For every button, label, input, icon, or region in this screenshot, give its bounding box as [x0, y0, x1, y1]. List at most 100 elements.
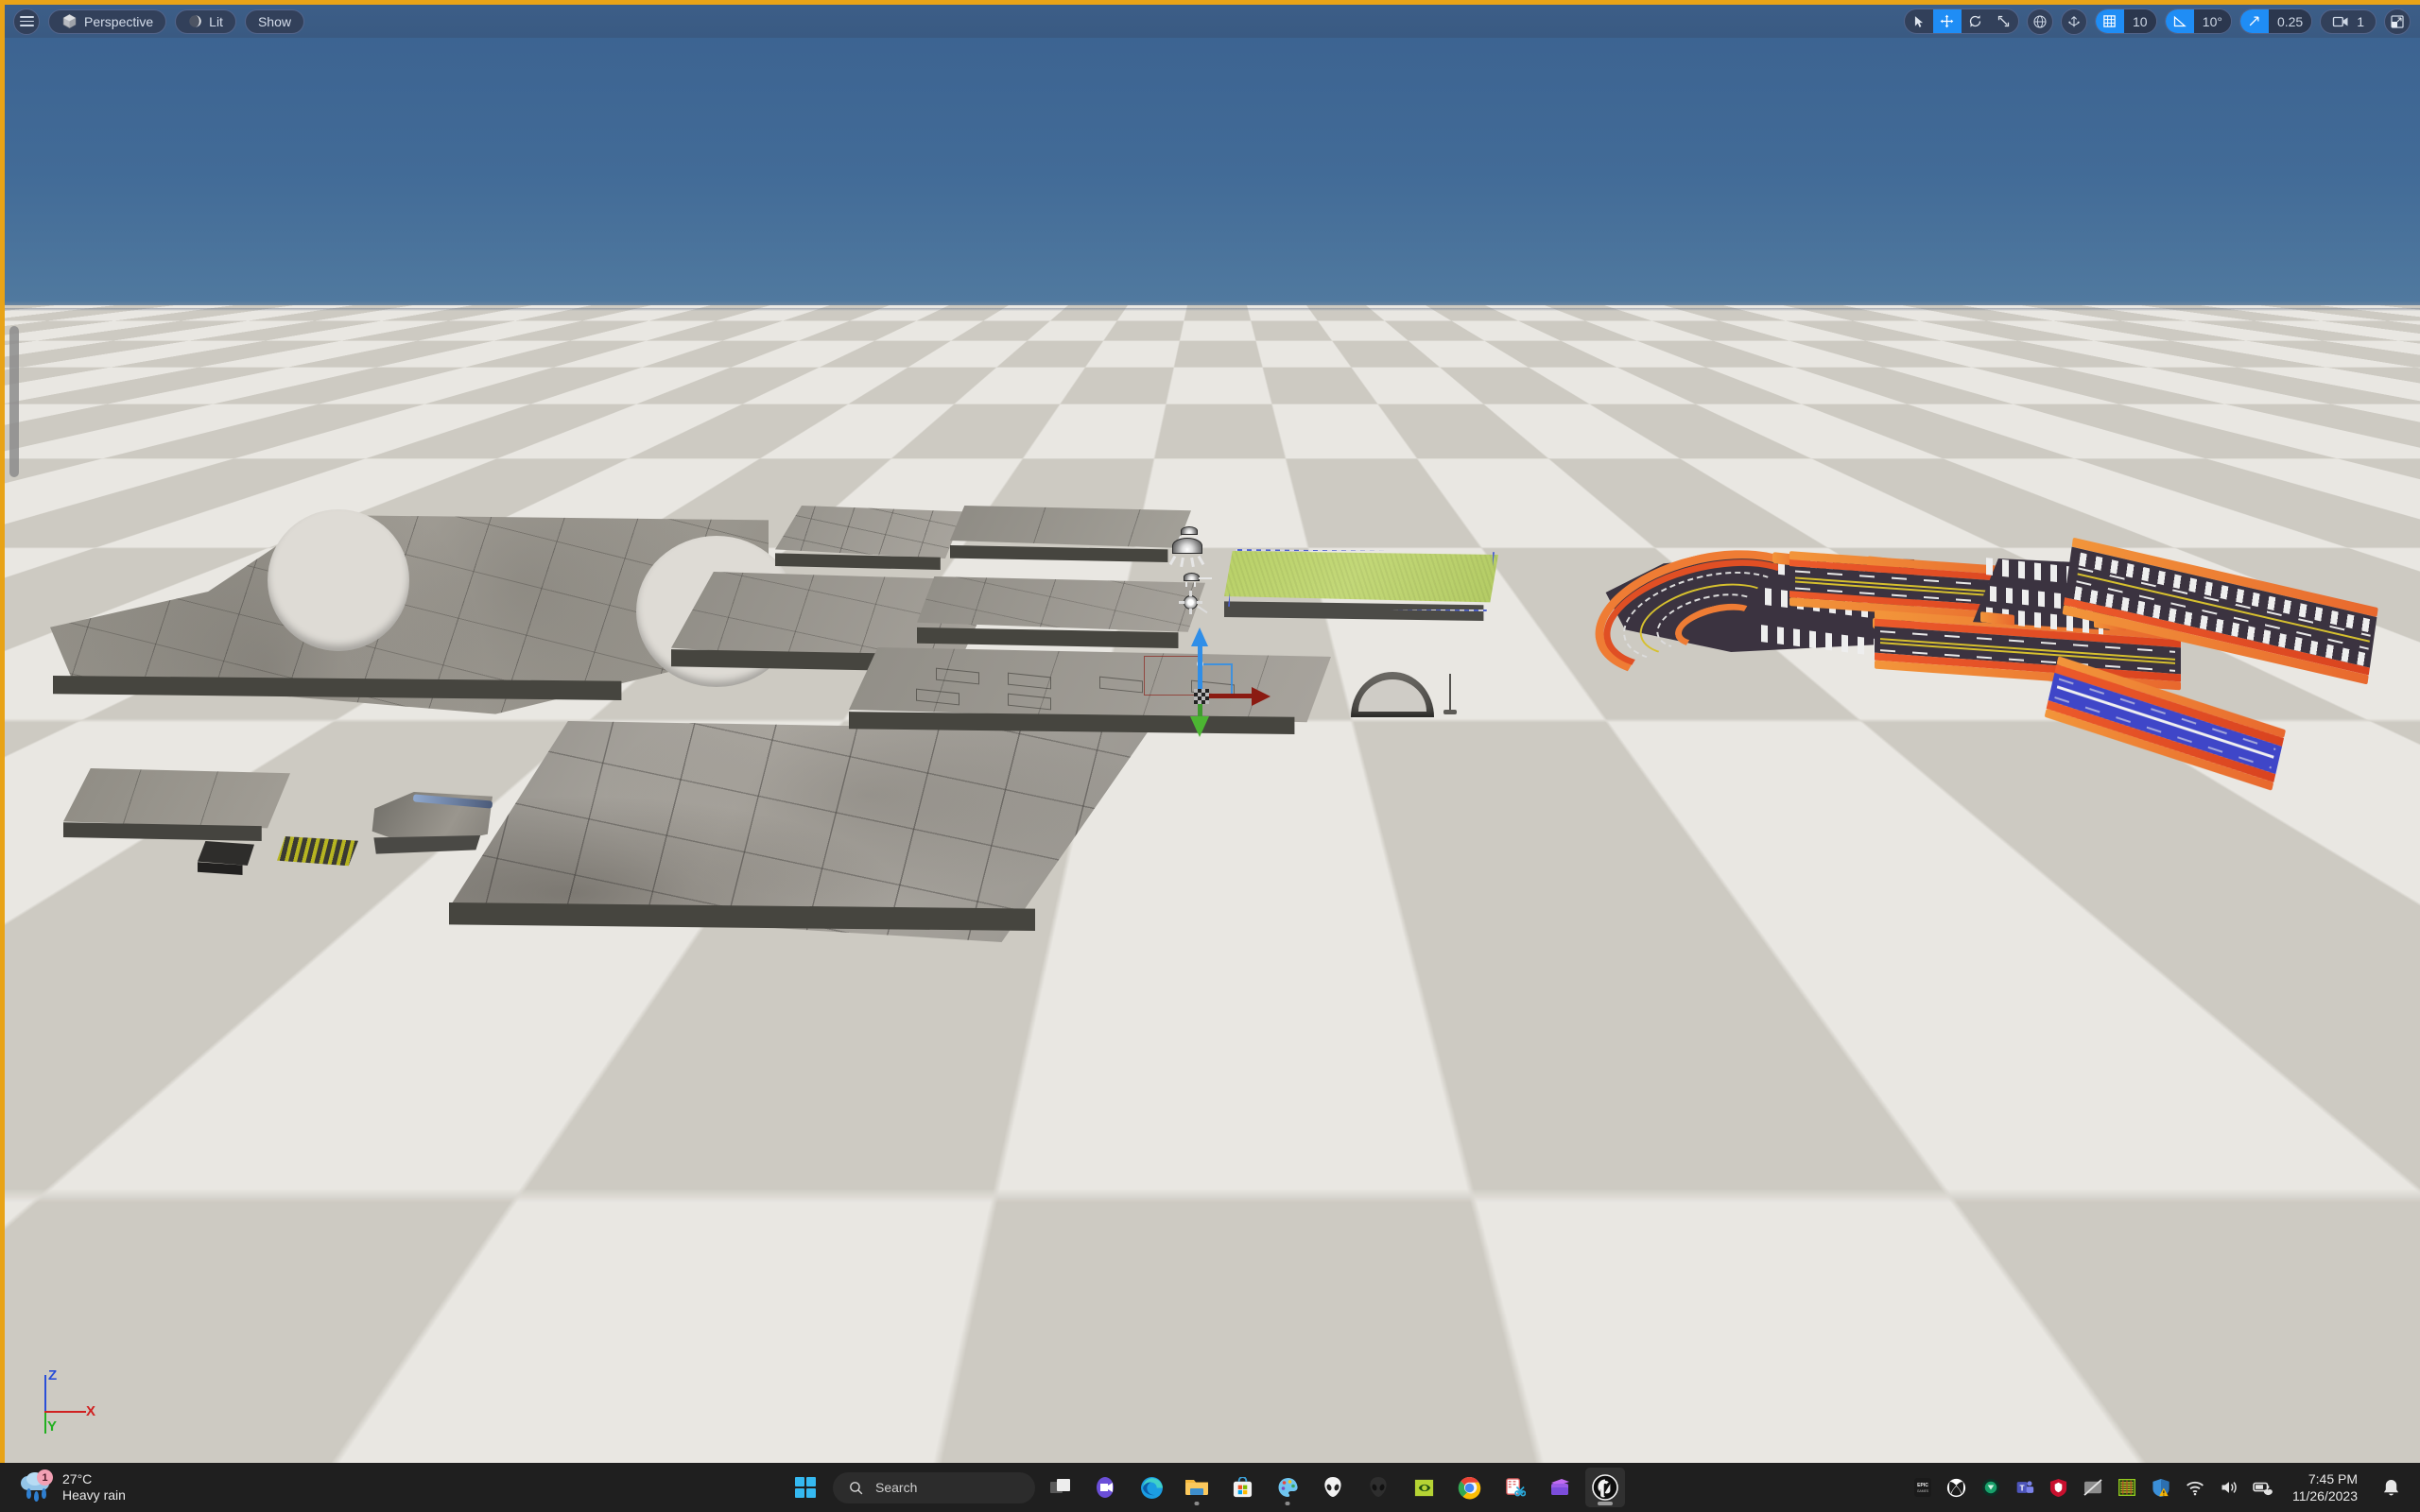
point-light-billboard[interactable] — [1180, 569, 1212, 590]
scale-snap-toggle[interactable] — [2239, 9, 2269, 33]
tray-downloader[interactable] — [1980, 1477, 2001, 1498]
tray-mcafee[interactable] — [2048, 1477, 2069, 1498]
mesh-small-block[interactable] — [198, 841, 254, 875]
taskbar-app-snipping-tool[interactable] — [1495, 1468, 1534, 1507]
camera-speed-button[interactable]: 1 — [2320, 9, 2377, 34]
taskbar-app-paint[interactable] — [1268, 1468, 1307, 1507]
horizon-line — [5, 308, 2420, 311]
axis-orientation-indicator: Z X Y — [24, 1366, 99, 1441]
level-viewport[interactable]: Z X Y — [0, 0, 2420, 1463]
touchpad-disabled-icon — [2083, 1479, 2102, 1496]
mesh-grass-plane[interactable] — [1224, 549, 1498, 627]
angle-snap-group: 10° — [2164, 9, 2232, 34]
transform-gizmo-translate[interactable] — [1144, 627, 1299, 756]
gizmo-axis-z[interactable] — [1198, 643, 1202, 696]
taskbar-center: Search — [795, 1468, 1625, 1507]
scale-snap-value[interactable]: 0.25 — [2268, 9, 2312, 33]
notification-center-button[interactable] — [2380, 1477, 2401, 1498]
light-settings-billboard[interactable] — [1179, 591, 1212, 619]
axis-x-line — [44, 1411, 86, 1413]
mesh-concrete-platform-large[interactable] — [449, 721, 1149, 967]
tray-volume[interactable] — [2219, 1477, 2239, 1498]
hamburger-menu-icon — [19, 16, 34, 26]
tray-windows-security[interactable] — [2151, 1477, 2171, 1498]
grid-icon — [2103, 15, 2117, 27]
taskbar-search-box[interactable]: Search — [833, 1471, 1035, 1503]
taskbar-app-microsoft-edge[interactable] — [1132, 1468, 1171, 1507]
mesh-striped-wedge[interactable] — [277, 836, 358, 874]
taskbar-app-microsoft-store[interactable] — [1222, 1468, 1262, 1507]
taskbar-app-nvidia[interactable] — [1404, 1468, 1443, 1507]
taskbar-weather-widget[interactable]: 1 27°C Heavy rain — [0, 1469, 406, 1504]
running-indicator — [1194, 1502, 1200, 1505]
surface-snap-button[interactable] — [2060, 8, 2087, 35]
tray-xbox[interactable] — [1946, 1477, 1967, 1498]
taskbar-app-alienware-dark[interactable] — [1358, 1468, 1398, 1507]
taskbar-app-task-view[interactable] — [1041, 1468, 1080, 1507]
mesh-concrete-slab-small-b[interactable] — [775, 506, 964, 581]
tray-network[interactable] — [2185, 1477, 2205, 1498]
sky-backdrop — [5, 5, 2420, 310]
folder-icon — [1185, 1480, 1208, 1495]
taskbar-app-google-chrome[interactable] — [1449, 1468, 1489, 1507]
mesh-concrete-slab-small-a[interactable] — [63, 768, 290, 851]
axis-z-label: Z — [48, 1367, 58, 1383]
scale-snap-group: 0.25 — [2238, 9, 2313, 34]
taskbar-app-unreal-engine[interactable] — [1585, 1468, 1625, 1507]
equalizer-icon — [2118, 1479, 2135, 1496]
grid-snap-toggle[interactable] — [2095, 9, 2124, 33]
mesh-concrete-strip-b[interactable] — [917, 576, 1205, 656]
running-indicator — [1598, 1502, 1613, 1505]
taskbar-app-file-explorer[interactable] — [1177, 1468, 1217, 1507]
teams-icon: T — [2016, 1481, 2034, 1493]
surface-snap-icon — [2068, 15, 2080, 26]
gizmo-axis-y-head[interactable] — [1190, 716, 1209, 737]
tray-touchpad-disabled[interactable] — [2083, 1477, 2103, 1498]
grid-snap-group: 10 — [2094, 9, 2157, 34]
view-mode-button[interactable]: Perspective — [48, 9, 167, 34]
taskbar-clock[interactable]: 7:45 PM 11/26/2023 — [2292, 1470, 2358, 1504]
alien-head-icon — [1324, 1477, 1341, 1497]
mesh-thin-post[interactable] — [1443, 674, 1457, 717]
translate-tool-button[interactable] — [1932, 9, 1962, 33]
taskbar-app-zoom[interactable] — [1086, 1468, 1126, 1507]
grid-snap-value[interactable]: 10 — [2123, 9, 2156, 33]
taskbar-app-alienware-command-center[interactable] — [1313, 1468, 1353, 1507]
rotate-tool-button[interactable] — [1962, 9, 1990, 33]
gizmo-axis-x-head[interactable] — [1252, 687, 1270, 706]
xbox-icon — [1947, 1478, 1966, 1497]
scale-tool-button[interactable] — [1990, 9, 2018, 33]
battery-saver-icon — [2253, 1482, 2273, 1496]
clock-time: 7:45 PM — [2308, 1470, 2358, 1486]
viewport-options-menu-button[interactable] — [13, 8, 40, 35]
green-circle-icon — [1981, 1478, 2000, 1497]
windows-logo-icon[interactable] — [795, 1477, 816, 1498]
nvidia-eye-icon — [1414, 1479, 1433, 1496]
select-tool-button[interactable] — [1905, 9, 1933, 33]
mesh-concrete-strip-a[interactable] — [950, 506, 1191, 568]
angle-snap-toggle[interactable] — [2165, 9, 2194, 33]
tray-battery[interactable] — [2253, 1477, 2273, 1498]
alien-head-dark-icon — [1370, 1477, 1387, 1497]
tray-equalizer[interactable] — [2117, 1477, 2137, 1498]
maximize-viewport-button[interactable] — [2384, 8, 2411, 35]
concrete-seams — [449, 721, 1149, 942]
globe-icon — [2033, 14, 2047, 28]
tray-microsoft-teams[interactable]: T — [2014, 1477, 2035, 1498]
camera-icon — [2333, 16, 2348, 26]
tray-epic-games[interactable]: EPIC GAMES — [1912, 1477, 1933, 1498]
chrome-icon — [1458, 1476, 1480, 1499]
maximize-viewport-icon — [2391, 14, 2404, 28]
angle-snap-value[interactable]: 10° — [2193, 9, 2231, 33]
viewport-toolbar: Perspective Lit Show 10 10° 0.25 1 — [5, 5, 2420, 38]
show-flags-button[interactable]: Show — [244, 9, 304, 34]
spot-light-billboard[interactable] — [1168, 536, 1210, 572]
mesh-half-pipe-ramp[interactable] — [1351, 672, 1434, 717]
viewport-scrollbar[interactable] — [9, 326, 19, 477]
coordinate-system-button[interactable] — [2026, 8, 2053, 35]
taskbar-app-clipchamp[interactable] — [1540, 1468, 1580, 1507]
mesh-front-edge — [1224, 601, 1484, 621]
cursor-arrow-icon — [1914, 15, 1923, 27]
gizmo-origin-handle[interactable] — [1194, 689, 1209, 704]
lighting-mode-button[interactable]: Lit — [175, 9, 236, 34]
